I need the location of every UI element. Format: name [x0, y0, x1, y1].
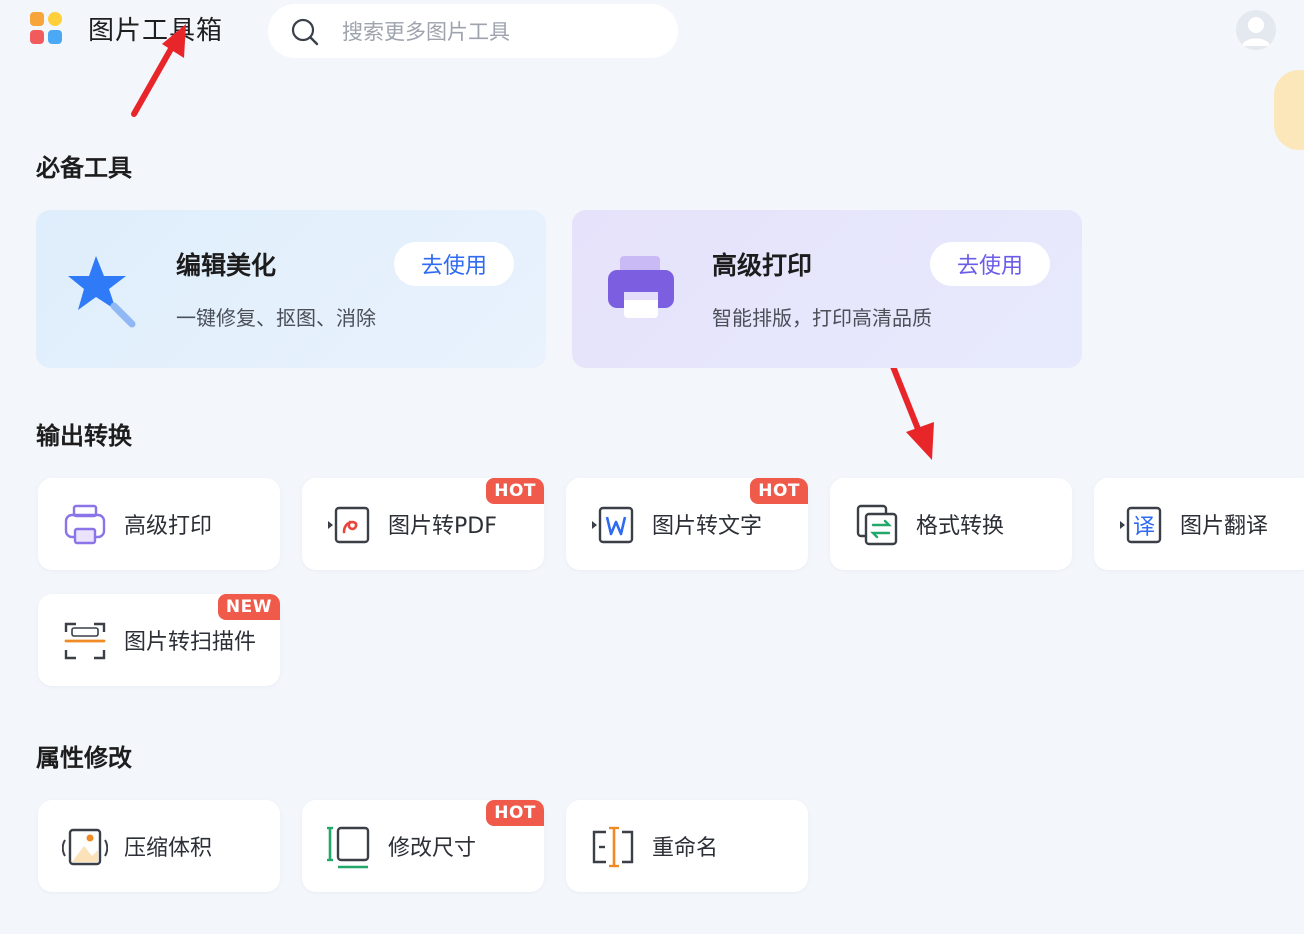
- magic-wand-icon: [68, 256, 136, 328]
- user-icon: [1242, 17, 1270, 46]
- compress-icon: [62, 828, 108, 866]
- section-title-attributes: 属性修改: [36, 744, 132, 772]
- resize-icon: [327, 826, 370, 869]
- pdf-convert-icon: [328, 506, 370, 544]
- feature-card-print[interactable]: 高级打印 智能排版，打印高清品质 去使用: [572, 210, 1082, 368]
- tool-label: 图片转扫描件: [124, 630, 257, 655]
- tool-image-to-pdf[interactable]: 图片转PDF HOT: [302, 478, 544, 570]
- feature-card-edit[interactable]: 编辑美化 一键修复、抠图、消除 去使用: [36, 210, 546, 368]
- tool-rename[interactable]: 重命名: [566, 800, 808, 892]
- tool-advanced-print[interactable]: 高级打印: [38, 478, 280, 570]
- annotation-arrow-icon: [131, 24, 186, 117]
- search-input[interactable]: [340, 16, 664, 48]
- background-glow: [1274, 70, 1304, 150]
- use-button[interactable]: 去使用: [930, 242, 1050, 286]
- hot-badge: HOT: [750, 478, 808, 504]
- feature-description: 智能排版，打印高清品质: [712, 306, 932, 330]
- svg-text:译: 译: [1133, 515, 1155, 540]
- tool-compress[interactable]: 压缩体积: [38, 800, 280, 892]
- hot-badge: HOT: [486, 800, 544, 826]
- search-bar[interactable]: [268, 4, 678, 58]
- search-icon: [291, 18, 319, 46]
- feature-description: 一键修复、抠图、消除: [176, 306, 376, 330]
- format-convert-icon: [856, 504, 898, 546]
- tool-label: 图片翻译: [1180, 514, 1269, 539]
- feature-title: 编辑美化: [176, 251, 277, 280]
- app-logo-icon: [30, 12, 66, 48]
- avatar[interactable]: [1236, 10, 1276, 50]
- tool-resize[interactable]: 修改尺寸 HOT: [302, 800, 544, 892]
- translate-icon: 译: [1120, 506, 1162, 544]
- hot-badge: HOT: [486, 478, 544, 504]
- tool-label: 图片转文字: [652, 514, 763, 539]
- section-title-essential: 必备工具: [36, 154, 132, 182]
- feature-title: 高级打印: [712, 251, 813, 280]
- printer-icon: [608, 256, 674, 318]
- tool-label: 格式转换: [916, 514, 1005, 539]
- tool-label: 修改尺寸: [388, 836, 477, 861]
- tool-label: 高级打印: [124, 514, 213, 539]
- tool-format-convert[interactable]: 格式转换: [830, 478, 1072, 570]
- tool-image-to-scan[interactable]: 图片转扫描件 NEW: [38, 594, 280, 686]
- section-title-output: 输出转换: [36, 422, 132, 450]
- tool-image-to-text[interactable]: 图片转文字 HOT: [566, 478, 808, 570]
- new-badge: NEW: [217, 594, 280, 620]
- rename-icon: [592, 826, 634, 868]
- tool-label: 图片转PDF: [388, 514, 497, 539]
- word-convert-icon: [592, 506, 634, 544]
- scan-icon: [64, 622, 106, 660]
- tool-label: 压缩体积: [124, 836, 213, 861]
- use-button[interactable]: 去使用: [394, 242, 514, 286]
- tool-label: 重命名: [652, 836, 719, 861]
- tool-image-translate[interactable]: 译 图片翻译: [1094, 478, 1304, 570]
- printer-outline-icon: [64, 504, 106, 545]
